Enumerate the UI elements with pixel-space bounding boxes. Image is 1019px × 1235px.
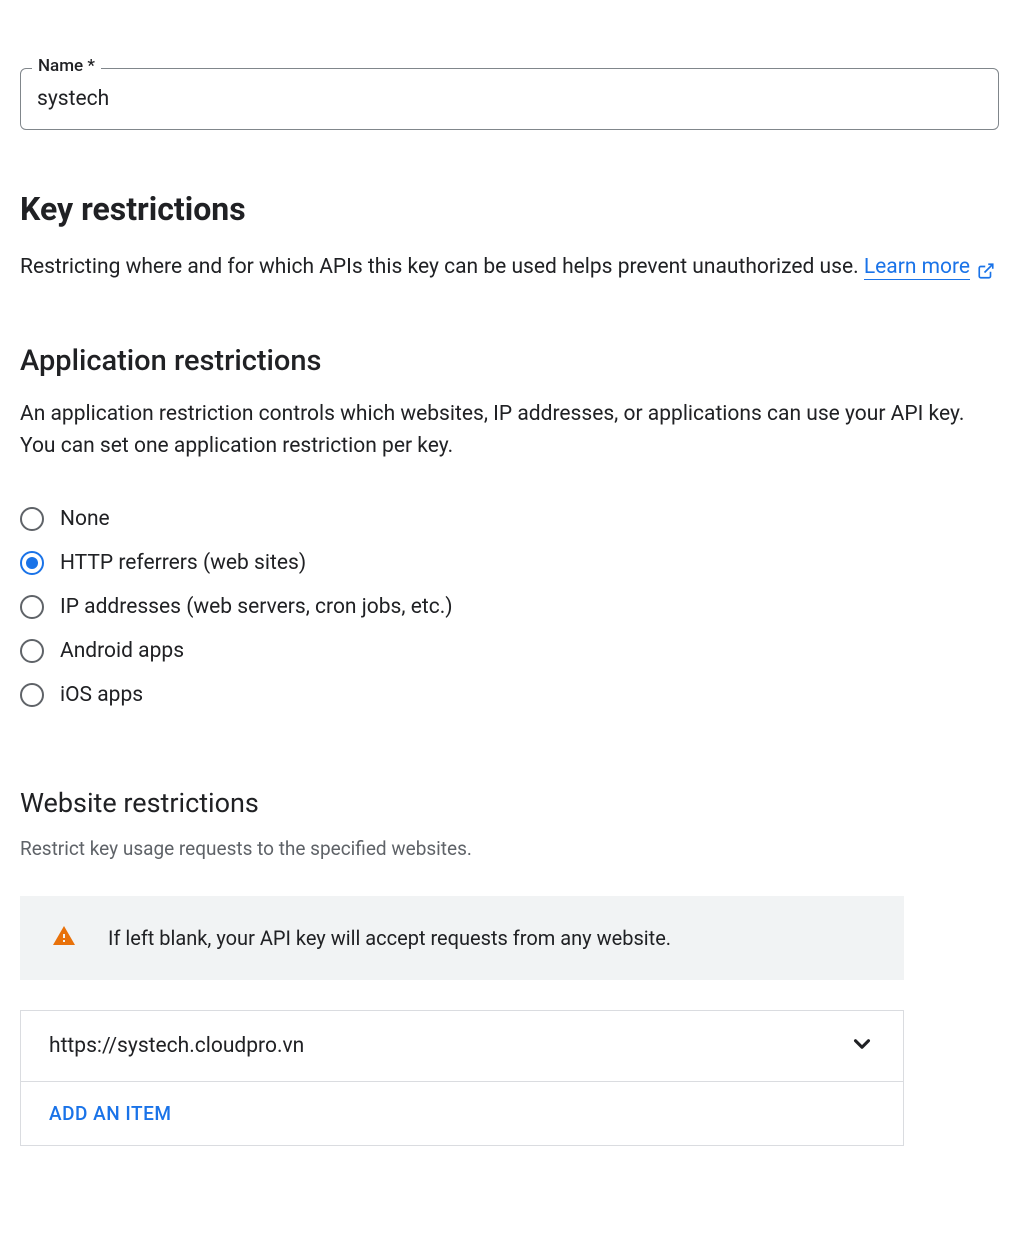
- learn-more-link[interactable]: Learn more: [864, 255, 970, 280]
- radio-icon: [20, 683, 44, 707]
- radio-none[interactable]: None: [20, 507, 999, 531]
- website-row[interactable]: https://systech.cloudpro.vn: [21, 1011, 903, 1082]
- radio-label: iOS apps: [60, 683, 143, 707]
- name-field-label: Name *: [32, 56, 101, 76]
- name-field-wrapper: Name *: [20, 68, 999, 130]
- name-input[interactable]: [20, 68, 999, 130]
- key-restrictions-heading: Key restrictions: [20, 190, 999, 228]
- key-restrictions-description-text: Restricting where and for which APIs thi…: [20, 255, 864, 279]
- radio-label: IP addresses (web servers, cron jobs, et…: [60, 595, 453, 619]
- website-restrictions-description: Restrict key usage requests to the speci…: [20, 837, 999, 860]
- radio-icon: [20, 551, 44, 575]
- radio-icon: [20, 595, 44, 619]
- radio-icon: [20, 639, 44, 663]
- warning-box: If left blank, your API key will accept …: [20, 896, 904, 980]
- warning-icon: [52, 924, 76, 952]
- website-url: https://systech.cloudpro.vn: [49, 1034, 304, 1058]
- warning-text: If left blank, your API key will accept …: [108, 926, 671, 950]
- radio-ip-addresses[interactable]: IP addresses (web servers, cron jobs, et…: [20, 595, 999, 619]
- radio-label: Android apps: [60, 639, 184, 663]
- radio-icon: [20, 507, 44, 531]
- radio-ios-apps[interactable]: iOS apps: [20, 683, 999, 707]
- website-list: https://systech.cloudpro.vn ADD AN ITEM: [20, 1010, 904, 1146]
- radio-label: None: [60, 507, 110, 531]
- website-restrictions-heading: Website restrictions: [20, 787, 999, 819]
- chevron-down-icon: [849, 1031, 875, 1061]
- radio-android-apps[interactable]: Android apps: [20, 639, 999, 663]
- application-restrictions-heading: Application restrictions: [20, 344, 999, 378]
- external-link-icon: [977, 259, 993, 275]
- application-restrictions-radio-group: None HTTP referrers (web sites) IP addre…: [20, 507, 999, 707]
- application-restrictions-description: An application restriction controls whic…: [20, 398, 999, 463]
- key-restrictions-description: Restricting where and for which APIs thi…: [20, 252, 999, 284]
- radio-label: HTTP referrers (web sites): [60, 551, 306, 575]
- radio-http-referrers[interactable]: HTTP referrers (web sites): [20, 551, 999, 575]
- add-item-button[interactable]: ADD AN ITEM: [21, 1082, 903, 1145]
